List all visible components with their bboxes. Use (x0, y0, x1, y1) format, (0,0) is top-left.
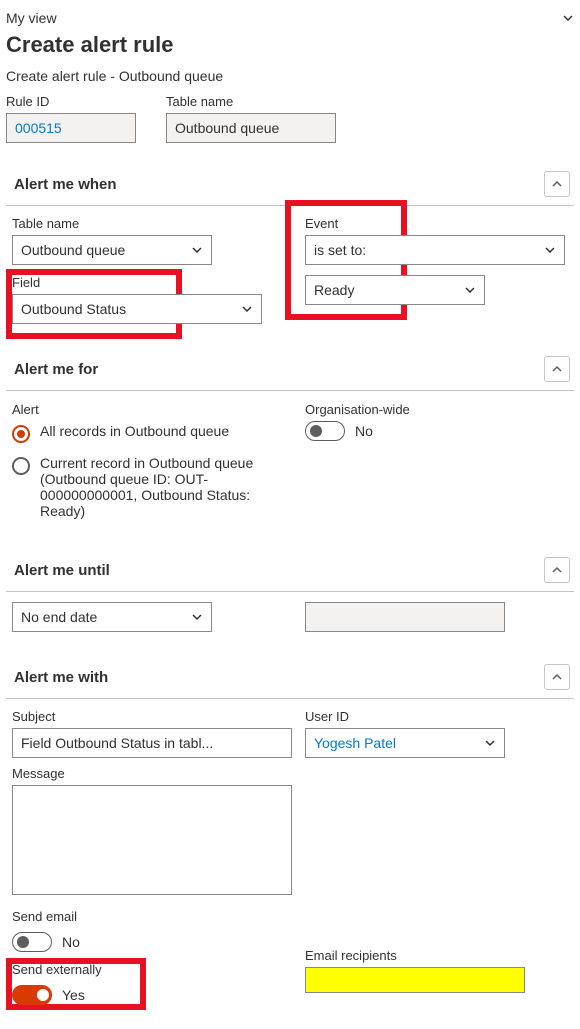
radio-all-records[interactable]: All records in Outbound queue (12, 417, 275, 449)
collapse-button[interactable] (544, 557, 570, 583)
chevron-up-icon (551, 564, 563, 576)
breadcrumb: Create alert rule - Outbound queue (6, 68, 574, 94)
radio-icon (12, 457, 30, 475)
section-title-alert-for: Alert me for (14, 361, 98, 378)
aw-table-name-select[interactable]: Outbound queue (12, 235, 212, 265)
chevron-up-icon (551, 363, 563, 375)
message-field[interactable] (12, 785, 292, 895)
chevron-down-icon (484, 737, 496, 749)
awth-message-label: Message (12, 766, 275, 781)
aw-field-value: Outbound Status (21, 301, 126, 317)
chevron-down-icon (562, 12, 574, 24)
aw-event-value2: Ready (314, 282, 354, 298)
section-title-alert-when: Alert me when (14, 176, 117, 193)
radio-icon (12, 425, 30, 443)
chevron-down-icon (191, 611, 203, 623)
au-end-date-value: No end date (21, 609, 97, 625)
collapse-button[interactable] (544, 356, 570, 382)
subject-field[interactable]: Field Outbound Status in tabl... (12, 728, 292, 758)
email-recipients-label: Email recipients (305, 948, 568, 963)
aw-field-select[interactable]: Outbound Status (12, 294, 262, 324)
af-alert-label: Alert (12, 402, 39, 417)
aw-event-value-select[interactable]: Ready (305, 275, 485, 305)
af-orgwide-label: Organisation-wide (305, 402, 410, 417)
user-id-select[interactable]: Yogesh Patel (305, 728, 505, 758)
chevron-down-icon (464, 284, 476, 296)
rule-id-field[interactable]: 000515 (6, 113, 136, 143)
rule-id-label: Rule ID (6, 94, 136, 109)
send-email-toggle[interactable] (12, 932, 52, 952)
chevron-down-icon (191, 244, 203, 256)
chevron-down-icon (241, 303, 253, 315)
aw-table-name-value: Outbound queue (21, 242, 125, 258)
send-email-label: Send email (12, 909, 275, 924)
view-label: My view (6, 10, 57, 26)
send-externally-value: Yes (62, 987, 85, 1003)
section-title-alert-until: Alert me until (14, 562, 110, 579)
aw-event-value: is set to: (314, 242, 366, 258)
chevron-up-icon (551, 178, 563, 190)
table-name-label: Table name (166, 94, 336, 109)
rule-id-value: 000515 (15, 120, 62, 136)
aw-event-label: Event (305, 216, 565, 231)
subject-value: Field Outbound Status in tabl... (21, 735, 213, 751)
send-externally-toggle[interactable] (12, 985, 52, 1005)
au-end-date-select[interactable]: No end date (12, 602, 212, 632)
au-secondary-field[interactable] (305, 602, 505, 632)
radio-current-label: Current record in Outbound queue (Outbou… (40, 455, 270, 519)
table-name-field[interactable]: Outbound queue (166, 113, 336, 143)
section-title-alert-with: Alert me with (14, 669, 108, 686)
email-recipients-field[interactable] (305, 967, 525, 993)
collapse-button[interactable] (544, 171, 570, 197)
radio-all-label: All records in Outbound queue (40, 423, 229, 439)
page-title: Create alert rule (6, 30, 574, 68)
aw-event-select[interactable]: is set to: (305, 235, 565, 265)
awth-subject-label: Subject (12, 709, 292, 724)
chevron-down-icon (544, 244, 556, 256)
aw-field-label: Field (12, 275, 262, 290)
send-externally-label: Send externally (12, 962, 172, 977)
send-email-value: No (62, 934, 80, 950)
chevron-up-icon (551, 671, 563, 683)
collapse-button[interactable] (544, 664, 570, 690)
orgwide-value: No (355, 423, 373, 439)
aw-table-name-label: Table name (12, 216, 212, 231)
radio-current-record[interactable]: Current record in Outbound queue (Outbou… (12, 449, 275, 525)
view-dropdown[interactable]: My view (6, 8, 574, 30)
table-name-value: Outbound queue (175, 120, 279, 136)
orgwide-toggle[interactable] (305, 421, 345, 441)
user-id-label: User ID (305, 709, 505, 724)
user-id-value: Yogesh Patel (314, 735, 396, 751)
